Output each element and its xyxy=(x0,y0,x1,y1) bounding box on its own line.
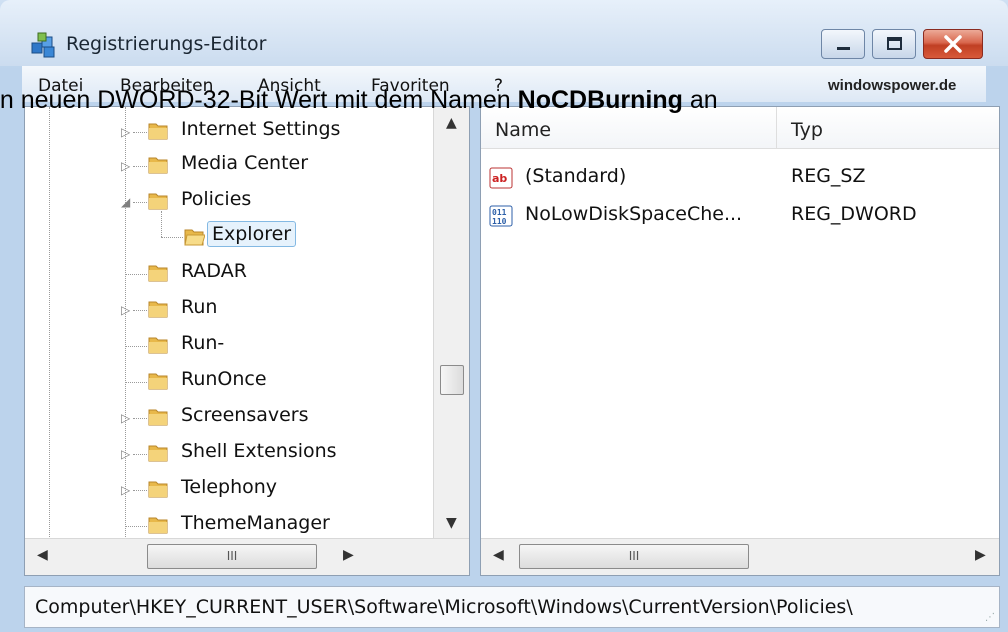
folder-icon xyxy=(148,265,168,282)
value-name: (Standard) xyxy=(525,165,627,187)
tree-connector xyxy=(133,454,147,455)
tree-connector xyxy=(161,237,183,238)
tree-vertical-scroll-thumb[interactable] xyxy=(440,365,464,395)
scroll-right-arrow-icon[interactable]: ▶ xyxy=(343,547,354,563)
tree-node-label: Run xyxy=(181,296,218,318)
value-row-nolowdiskspace[interactable]: 011 110 NoLowDiskSpaceChe... REG_DWORD xyxy=(481,201,999,237)
tree-node-radar[interactable]: RADAR xyxy=(25,257,435,291)
current-key-path: Computer\HKEY_CURRENT_USER\Software\Micr… xyxy=(35,596,853,618)
expand-arrow-icon[interactable]: ▷ xyxy=(121,448,130,460)
instruction-text: en neuen DWORD-32-Bit Wert mit dem Namen xyxy=(0,86,518,114)
svg-text:110: 110 xyxy=(492,217,507,226)
svg-text:011: 011 xyxy=(492,208,507,217)
instruction-overlay: en neuen DWORD-32-Bit Wert mit dem Namen… xyxy=(0,86,718,115)
registry-editor-icon xyxy=(31,32,55,58)
scroll-left-arrow-icon[interactable]: ◀ xyxy=(493,547,504,563)
tree-node-run[interactable]: ▷ Run xyxy=(25,293,435,327)
key-tree-pane[interactable]: ▷ Internet Settings ▷ Media Center ◢ Pol… xyxy=(24,106,470,576)
tree-node-label: RunOnce xyxy=(181,368,267,390)
tree-connector xyxy=(133,166,147,167)
title-bar[interactable]: Registrierungs-Editor xyxy=(0,0,1008,66)
minimize-icon xyxy=(837,47,850,50)
tree-node-screensavers[interactable]: ▷ Screensavers xyxy=(25,401,435,435)
value-name: NoLowDiskSpaceChe... xyxy=(525,203,743,225)
registry-editor-window: Registrierungs-Editor Datei Bearbeiten A… xyxy=(0,0,1008,632)
value-type: REG_SZ xyxy=(791,165,866,187)
list-horizontal-scrollbar[interactable]: ◀ III ▶ xyxy=(481,538,999,575)
tree-connector xyxy=(133,418,147,419)
tree-connector xyxy=(125,382,147,383)
folder-icon xyxy=(148,301,168,318)
tree-node-run-minus[interactable]: Run- xyxy=(25,329,435,363)
window-title: Registrierungs-Editor xyxy=(66,33,267,55)
tree-connector xyxy=(125,274,147,275)
tree-node-label: Internet Settings xyxy=(181,118,341,140)
folder-icon xyxy=(148,123,168,140)
tree-node-label: Screensavers xyxy=(181,404,309,426)
values-list-pane[interactable]: Name Typ ab (Standard) REG_SZ 011 110 No… xyxy=(480,106,1000,576)
expand-arrow-icon[interactable]: ▷ xyxy=(121,304,130,316)
folder-icon xyxy=(148,337,168,354)
tree-connector xyxy=(133,490,147,491)
folder-icon xyxy=(148,409,168,426)
value-row-standard[interactable]: ab (Standard) REG_SZ xyxy=(481,163,999,199)
list-horizontal-scroll-thumb[interactable]: III xyxy=(519,544,749,569)
tree-node-telephony[interactable]: ▷ Telephony xyxy=(25,473,435,507)
tree-node-label: Media Center xyxy=(181,152,309,174)
scroll-down-arrow-icon[interactable]: ▼ xyxy=(446,515,457,531)
tree-node-internet-settings[interactable]: ▷ Internet Settings xyxy=(25,115,435,149)
folder-icon xyxy=(148,481,168,498)
tree-node-label: Shell Extensions xyxy=(181,440,337,462)
maximize-button[interactable] xyxy=(872,29,916,59)
instruction-value-name: NoCDBurning xyxy=(517,86,683,114)
status-bar: Computer\HKEY_CURRENT_USER\Software\Micr… xyxy=(24,586,1000,628)
svg-text:ab: ab xyxy=(492,172,507,185)
tree-node-label: Run- xyxy=(181,332,225,354)
close-button[interactable] xyxy=(923,29,983,59)
tree-node-runonce[interactable]: RunOnce xyxy=(25,365,435,399)
expand-arrow-icon[interactable]: ▷ xyxy=(121,412,130,424)
tree-horizontal-scrollbar[interactable]: ◀ III ▶ xyxy=(25,538,469,575)
binary-value-icon: 011 110 xyxy=(489,205,513,227)
tree-node-shell-extensions[interactable]: ▷ Shell Extensions xyxy=(25,437,435,471)
tree-connector xyxy=(125,346,147,347)
expand-arrow-icon[interactable]: ▷ xyxy=(121,126,130,138)
scroll-left-arrow-icon[interactable]: ◀ xyxy=(37,547,48,563)
folder-icon xyxy=(148,193,168,210)
value-type: REG_DWORD xyxy=(791,203,917,225)
column-header-type[interactable]: Typ xyxy=(777,107,999,149)
tree-node-label-selected: Explorer xyxy=(207,221,297,247)
expand-arrow-icon[interactable]: ▷ xyxy=(121,484,130,496)
tree-vertical-scrollbar[interactable]: ▲ ▼ xyxy=(433,107,469,539)
scroll-right-arrow-icon[interactable]: ▶ xyxy=(975,547,986,563)
folder-icon xyxy=(148,373,168,390)
resize-grip-icon[interactable]: ⋰ xyxy=(985,612,995,623)
minimize-button[interactable] xyxy=(821,29,865,59)
tree-connector xyxy=(133,132,147,133)
close-icon xyxy=(944,35,962,53)
tree-node-policies[interactable]: ◢ Policies xyxy=(25,185,435,219)
scroll-up-arrow-icon[interactable]: ▲ xyxy=(446,115,457,131)
tree-node-label: ThemeManager xyxy=(181,512,330,534)
tree-node-label: RADAR xyxy=(181,260,247,282)
tree-node-label: Telephony xyxy=(181,476,278,498)
collapse-arrow-icon[interactable]: ◢ xyxy=(121,196,130,208)
tree-node-label: Policies xyxy=(181,188,252,210)
tree-node-explorer[interactable]: Explorer xyxy=(25,221,435,255)
folder-icon xyxy=(148,445,168,462)
folder-open-icon xyxy=(184,229,205,246)
instruction-text-end: an xyxy=(682,86,718,114)
folder-icon xyxy=(148,517,168,534)
tree-connector xyxy=(133,202,147,203)
tree-node-media-center[interactable]: ▷ Media Center xyxy=(25,149,435,183)
tree-connector xyxy=(133,310,147,311)
tree-connector xyxy=(125,526,147,527)
string-value-icon: ab xyxy=(489,167,513,189)
brand-watermark: windowspower.de xyxy=(828,77,957,94)
expand-arrow-icon[interactable]: ▷ xyxy=(121,160,130,172)
maximize-icon xyxy=(887,37,902,50)
folder-icon xyxy=(148,157,168,174)
tree-horizontal-scroll-thumb[interactable]: III xyxy=(147,544,317,569)
